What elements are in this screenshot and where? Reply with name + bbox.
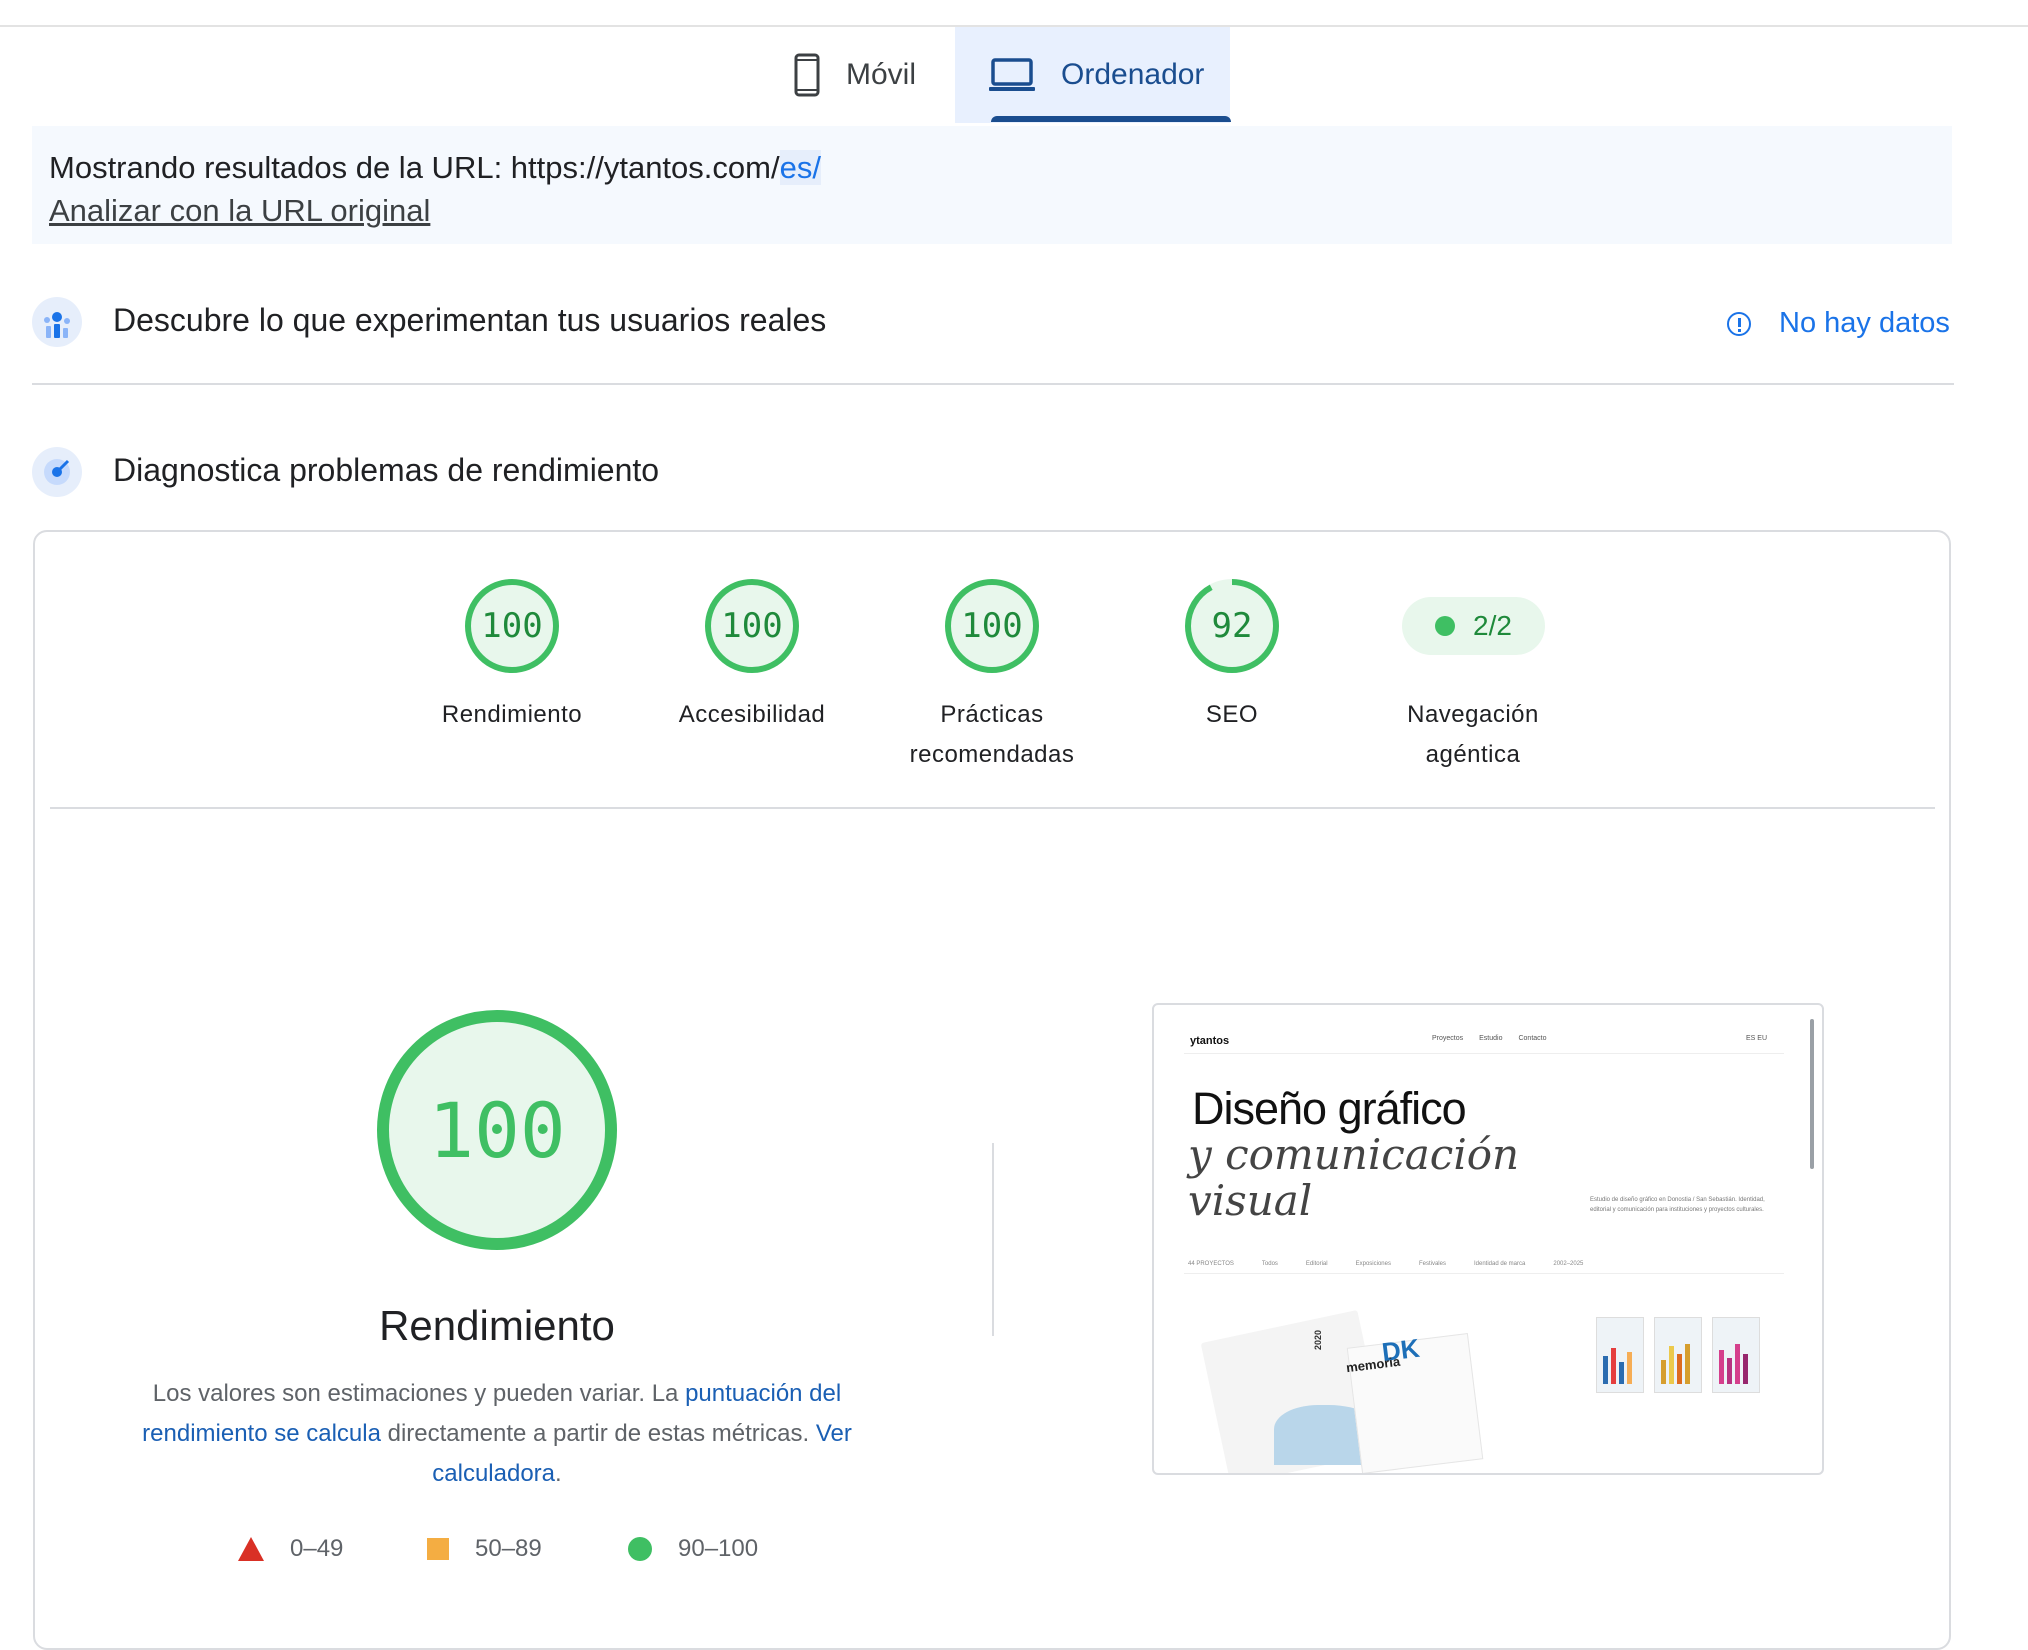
preview-nav-item: Proyectos: [1432, 1035, 1464, 1042]
analyze-original-url-link[interactable]: Analizar con la URL original: [49, 193, 430, 229]
desc-text-3: .: [555, 1460, 562, 1487]
desc-text-1: Los valores son estimaciones y pueden va…: [152, 1380, 686, 1407]
score-label-accessibility: Accesibilidad: [678, 701, 826, 728]
url-notice: Mostrando resultados de la URL: https://…: [49, 150, 821, 186]
legend-average: 50–89: [427, 1535, 542, 1563]
score-label-seo: SEO: [1205, 701, 1259, 728]
preview-nav: Proyectos Estudio Contacto: [1432, 1035, 1547, 1042]
desc-text-2: directamente a partir de estas métricas.: [380, 1420, 816, 1447]
tab-mobile[interactable]: Móvil: [780, 27, 955, 123]
score-gauge-seo[interactable]: 92: [1185, 579, 1279, 673]
preview-nav-item: Estudio: [1479, 1035, 1503, 1042]
score-gauge-performance[interactable]: 100: [465, 579, 559, 673]
legend-fail-range: 0–49: [290, 1535, 344, 1562]
card-divider: [50, 807, 1935, 809]
phone-icon: [794, 53, 820, 97]
laptop-icon: [989, 58, 1035, 91]
score-label-agentic-navigation: Navegación agéntica: [1407, 701, 1539, 768]
preview-filter: Exposiciones: [1355, 1261, 1391, 1267]
preview-filter: 2002–2025: [1553, 1261, 1584, 1267]
preview-book-cover: [1596, 1317, 1644, 1393]
performance-title: Rendimiento: [379, 1302, 615, 1349]
preview-lang: ES EU: [1746, 1035, 1768, 1042]
no-data-status[interactable]: No hay datos: [1727, 307, 1950, 340]
preview-book-cover: [1654, 1317, 1702, 1393]
circle-icon: [628, 1537, 652, 1561]
section-divider: [32, 383, 1954, 385]
performance-description: Los valores son estimaciones y pueden va…: [110, 1374, 884, 1494]
tab-selected-indicator: [991, 116, 1231, 122]
no-data-label: No hay datos: [1779, 307, 1950, 339]
preview-subheadline-1: y comunicación: [1188, 1130, 1520, 1179]
preview-scrollbar: [1810, 1019, 1814, 1169]
speed-dial-icon: [32, 447, 82, 497]
tab-desktop[interactable]: Ordenador: [955, 27, 1230, 123]
info-icon: [1727, 311, 1751, 336]
agentic-score-value: 2/2: [1473, 610, 1512, 641]
preview-filter: 44 PROYECTOS: [1188, 1261, 1234, 1267]
vertical-divider: [992, 1143, 994, 1336]
score-gauge-best-practices[interactable]: 100: [945, 579, 1039, 673]
users-chart-icon: [32, 297, 82, 347]
preview-header-line: [1184, 1053, 1784, 1054]
legend-average-range: 50–89: [475, 1535, 542, 1562]
agentic-navigation-score[interactable]: 2/2: [1402, 597, 1545, 655]
lab-data-title: Diagnostica problemas de rendimiento: [113, 452, 660, 488]
score-gauge-accessibility[interactable]: 100: [705, 579, 799, 673]
preview-logo: ytantos: [1190, 1035, 1230, 1047]
seo-score-value: 92: [1211, 606, 1253, 646]
preview-filters: 44 PROYECTOS Todos Editorial Exposicione…: [1188, 1261, 1788, 1267]
tab-desktop-label: Ordenador: [1061, 58, 1205, 91]
tab-mobile-label: Móvil: [846, 58, 917, 91]
pass-dot-icon: [1435, 616, 1456, 636]
preview-magazine-year: 2020: [1313, 1329, 1324, 1351]
score-label-best-practices: Prácticas recomendadas: [909, 701, 1075, 768]
preview-subheadline-2: visual: [1188, 1176, 1313, 1225]
preview-filter: Identidad de marca: [1473, 1261, 1526, 1267]
score-label-performance: Rendimiento: [441, 701, 583, 728]
preview-filter: Editorial: [1305, 1261, 1328, 1267]
preview-blurb: Estudio de diseño gráfico en Donostia / …: [1590, 1197, 1765, 1213]
field-data-title: Descubre lo que experimentan tus usuario…: [113, 302, 827, 338]
legend-fail: 0–49: [238, 1535, 343, 1563]
preview-filter-line: [1184, 1273, 1784, 1274]
square-icon: [427, 1538, 449, 1560]
preview-nav-item: Contacto: [1518, 1035, 1547, 1042]
triangle-icon: [238, 1537, 264, 1561]
url-highlight: es/: [779, 150, 821, 185]
preview-book-cover: [1712, 1317, 1760, 1393]
legend-pass: 90–100: [628, 1535, 758, 1563]
preview-headline: Diseño gráfico: [1192, 1083, 1467, 1134]
preview-filter: Todos: [1261, 1261, 1278, 1267]
page-screenshot-preview: ytantos Proyectos Estudio Contacto ES EU…: [1152, 1003, 1824, 1475]
url-prefix: Mostrando resultados de la URL: https://…: [49, 150, 780, 185]
performance-big-gauge: 100: [377, 1010, 617, 1250]
preview-filter: Festivales: [1418, 1261, 1446, 1267]
preview-subheadline: y comunicación visual: [1188, 1132, 1519, 1224]
legend-pass-range: 90–100: [678, 1535, 759, 1562]
